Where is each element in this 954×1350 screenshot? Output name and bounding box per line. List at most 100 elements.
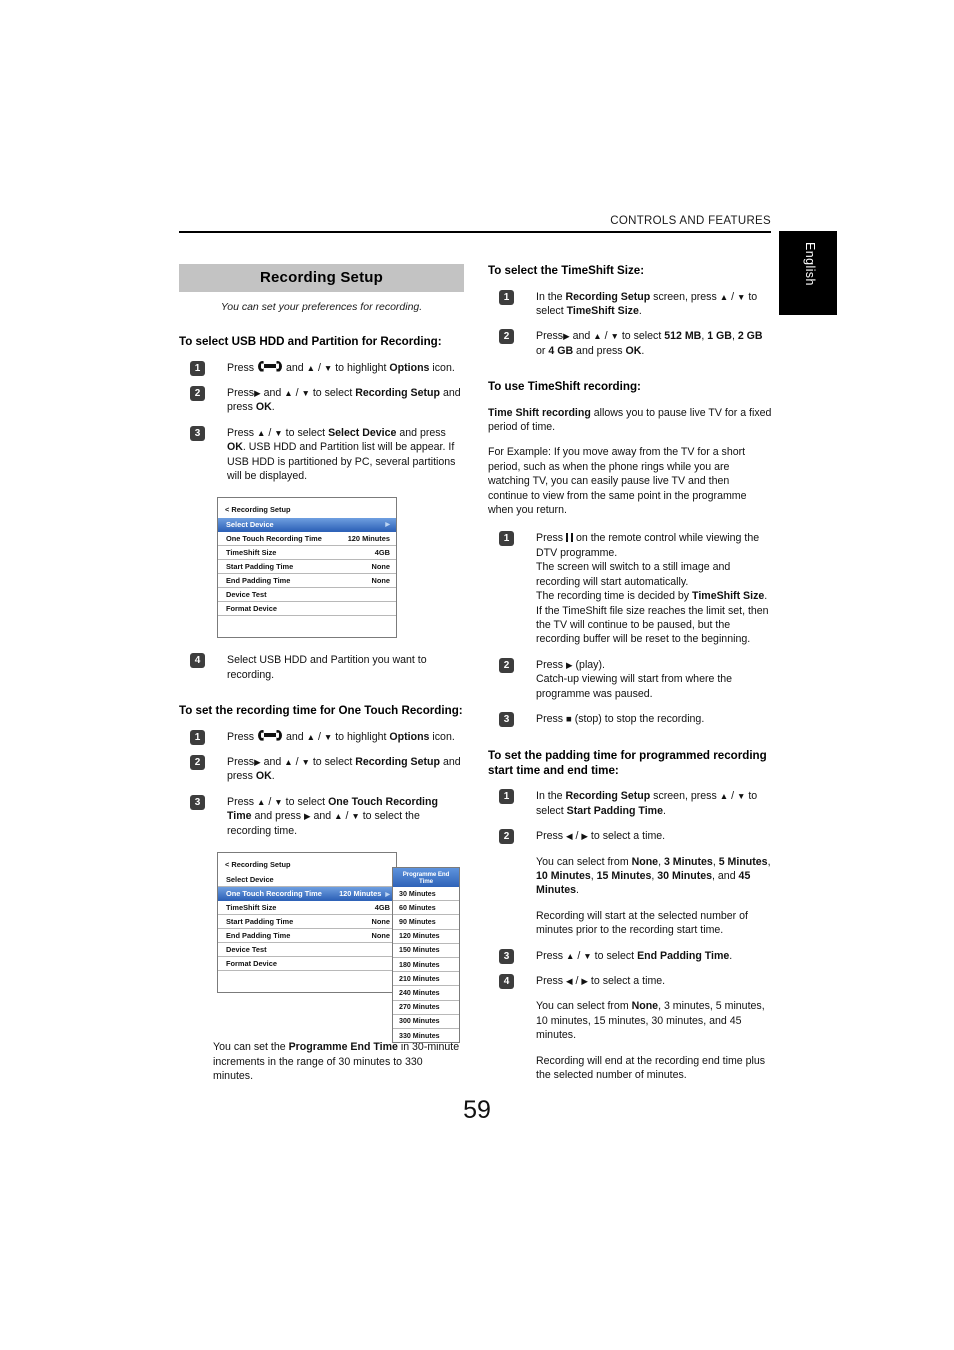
menu-row-label: End Padding Time (226, 576, 291, 586)
left-arrow-icon (566, 830, 573, 842)
step-onetouch-1-text: Press and / to highlight Options icon. (227, 729, 464, 744)
up-arrow-icon (720, 790, 728, 802)
down-arrow-icon (610, 330, 618, 342)
programme-end-time-note: You can set the Programme End Time in 30… (213, 1041, 460, 1082)
menu-title: < Recording Setup (225, 860, 291, 870)
menu-row[interactable]: Select Device ▶ (218, 518, 396, 533)
menu-row[interactable]: One Touch Recording Time 120 Minutes (218, 532, 396, 547)
language-tab-label: English (803, 242, 817, 286)
pause-icon (566, 533, 574, 543)
down-arrow-icon (274, 427, 282, 439)
up-arrow-icon (307, 362, 315, 374)
menu-row-value: 4GB (374, 548, 390, 558)
step-padding-2-text: Press / to select a time. (536, 829, 772, 843)
menu-row-label: TimeShift Size (226, 903, 277, 913)
down-arrow-icon (301, 756, 309, 768)
chevron-right-icon: ▶ (385, 892, 390, 899)
menu-row[interactable]: Format Device (218, 957, 396, 972)
menu-row-value: 4GB (374, 903, 390, 913)
step-padding-3: 3 Press / to select End Padding Time. (488, 948, 772, 964)
down-arrow-icon (737, 790, 745, 802)
dropdown-header: Programme End Time (393, 868, 459, 888)
step-number-badge: 2 (499, 657, 514, 673)
menu-row-value: None (371, 562, 390, 572)
dropdown-item[interactable]: 240 Minutes (393, 986, 459, 1001)
menu-row-label: Format Device (226, 604, 277, 614)
step-timeshift-1-text: In the Recording Setup screen, press / t… (536, 290, 772, 319)
dropdown-item[interactable]: 90 Minutes (393, 915, 459, 930)
menu-row-label: Start Padding Time (226, 917, 294, 927)
menu-empty-space (218, 971, 396, 988)
down-arrow-icon (324, 362, 332, 374)
right-arrow-icon (304, 810, 311, 822)
dropdown-item[interactable]: 300 Minutes (393, 1015, 459, 1029)
step-onetouch-3: 3 Press / to select One Touch Recording … (179, 794, 464, 838)
step-padding-4-options: You can select from None, 3 minutes, 5 m… (536, 1000, 765, 1042)
menu-title: < Recording Setup (225, 505, 291, 515)
dropdown-item[interactable]: 270 Minutes (393, 1001, 459, 1015)
menu-row[interactable]: End Padding Time None (218, 574, 396, 589)
up-arrow-icon (284, 387, 292, 399)
step-padding-4: 4 Press / to select a time. You can sele… (488, 974, 772, 1082)
dropdown-item[interactable]: 180 Minutes (393, 958, 459, 973)
step-usb-1: 1 Press and / to highlight Options icon. (179, 360, 464, 376)
step-timeshift-use-2-text: Press (play).Catch-up viewing will start… (536, 658, 772, 701)
step-onetouch-3-text: Press / to select One Touch Recording Ti… (227, 795, 464, 838)
heading-padding-time: To set the padding time for programmed r… (488, 749, 767, 777)
dropdown-item[interactable]: 330 Minutes (393, 1029, 459, 1042)
menu-row[interactable]: TimeShift Size 4GB (218, 546, 396, 561)
menu-row[interactable]: Start Padding Time None (218, 915, 396, 930)
step-number-badge: 1 (190, 360, 205, 376)
step-number-badge: 3 (190, 425, 205, 441)
down-arrow-icon (301, 387, 309, 399)
up-arrow-icon (593, 330, 601, 342)
step-number-badge: 1 (190, 729, 205, 745)
dropdown-item[interactable]: 30 Minutes (393, 887, 459, 902)
up-arrow-icon (257, 796, 265, 808)
dropdown-item[interactable]: 150 Minutes (393, 944, 459, 959)
wrench-icon (258, 729, 283, 741)
step-timeshift-2: 2 Press and / to select 512 MB, 1 GB, 2 … (488, 329, 772, 358)
menu-row-value: 120 Minutes (339, 889, 382, 899)
recording-setup-menu: < Recording Setup Select Device One Touc… (217, 852, 397, 994)
menu-row[interactable]: Device Test (218, 943, 396, 958)
heading-use-timeshift: To use TimeShift recording: (488, 380, 641, 394)
step-number-badge: 1 (499, 789, 514, 805)
dropdown-item[interactable]: 210 Minutes (393, 972, 459, 987)
right-arrow-icon (254, 756, 261, 768)
step-number-badge: 1 (499, 289, 514, 305)
right-arrow-icon (581, 830, 588, 842)
step-number-badge: 4 (190, 653, 205, 669)
tv-menu-screenshot-1: < Recording Setup Select Device ▶ One To… (217, 497, 464, 639)
menu-row[interactable]: Format Device (218, 602, 396, 617)
dropdown-item[interactable]: 60 Minutes (393, 901, 459, 916)
timeshift-intro-bold: Time Shift recording (488, 406, 591, 419)
menu-row[interactable]: End Padding Time None (218, 929, 396, 944)
step-padding-3-text: Press / to select End Padding Time. (536, 949, 772, 963)
programme-end-time-dropdown[interactable]: Programme End Time 30 Minutes 60 Minutes… (392, 867, 460, 1044)
down-arrow-icon (351, 810, 359, 822)
menu-row-label: Select Device (226, 520, 274, 530)
heading-timeshift-size: To select the TimeShift Size: (488, 264, 645, 277)
menu-row[interactable]: Start Padding Time None (218, 560, 396, 575)
up-arrow-icon (720, 291, 728, 303)
menu-row[interactable]: One Touch Recording Time 120 Minutes ▶ (218, 887, 396, 902)
menu-row[interactable]: Device Test (218, 588, 396, 603)
step-timeshift-1: 1 In the Recording Setup screen, press /… (488, 289, 772, 319)
step-padding-4-effect: Recording will end at the recording end … (536, 1054, 766, 1082)
chevron-right-icon: ▶ (385, 522, 390, 529)
up-arrow-icon (566, 950, 574, 962)
down-arrow-icon (324, 731, 332, 743)
menu-row-label: TimeShift Size (226, 548, 277, 558)
timeshift-example: For Example: If you move away from the T… (488, 446, 747, 517)
menu-row-label: One Touch Recording Time (226, 889, 322, 899)
menu-row[interactable]: Select Device (218, 873, 396, 888)
menu-row-label: Start Padding Time (226, 562, 294, 572)
step-usb-4: 4 Select USB HDD and Partition you want … (179, 653, 464, 682)
step-number-badge: 4 (499, 974, 514, 989)
dropdown-item[interactable]: 120 Minutes (393, 930, 459, 944)
wrench-icon (258, 360, 283, 372)
menu-row[interactable]: TimeShift Size 4GB (218, 901, 396, 916)
menu-row-label: One Touch Recording Time (226, 534, 322, 544)
step-number-badge: 2 (499, 329, 514, 345)
